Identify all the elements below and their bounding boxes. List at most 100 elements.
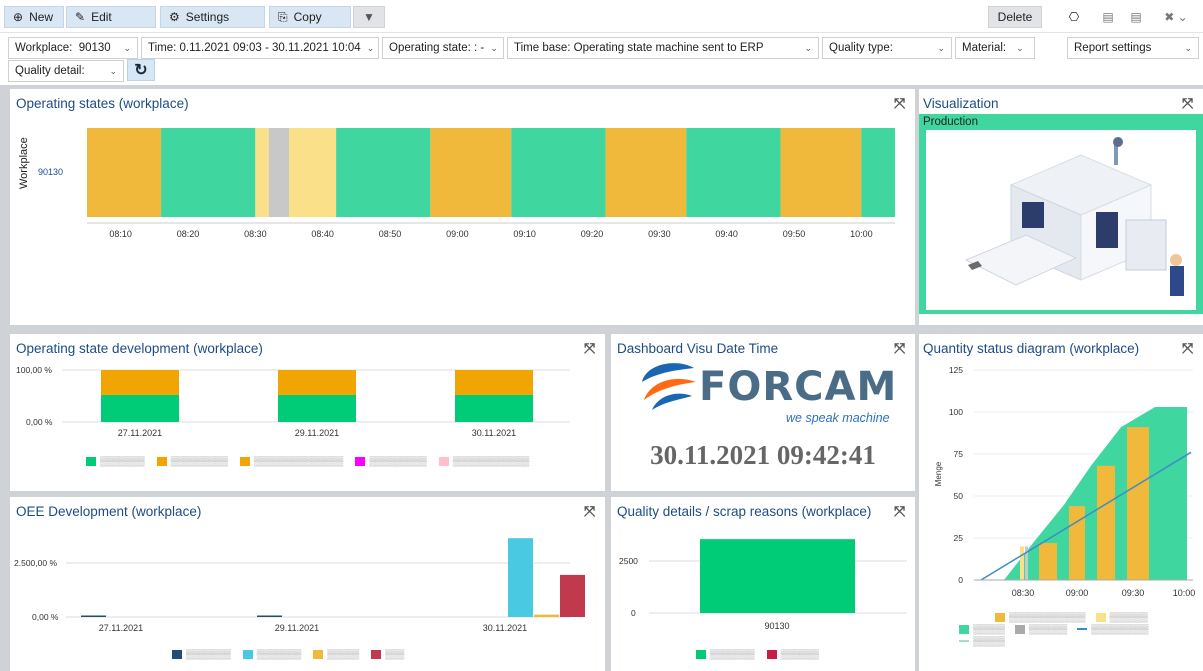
legend-item: ▒▒▒▒▒ [313, 649, 359, 659]
quality-details-panel: Quality details / scrap reasons (workpla… [611, 497, 915, 671]
chevron-down-icon: ⌄ [1184, 42, 1192, 53]
bar [455, 394, 533, 422]
share-icon[interactable]: ⎔ [1063, 6, 1085, 28]
operating-state-select[interactable]: Operating state: : - ⌄ [382, 37, 504, 59]
timeline-segment [87, 128, 162, 217]
forcam-logo-text: FORCAM [699, 364, 898, 410]
filter-button[interactable]: ▼ [353, 6, 385, 28]
legend-item: ▒▒▒▒▒▒▒▒▒▒▒▒ [438, 456, 529, 466]
tick-label: 29.11.2021 [275, 623, 319, 633]
legend-item: ▒▒▒▒▒ [959, 636, 1005, 646]
tick-label: 100,00 % [16, 365, 52, 375]
tick-label: 0,00 % [26, 417, 53, 427]
chart-legend: ▒▒▒▒▒▒▒▒▒▒▒▒ ▒▒▒▒▒▒ ▒▒▒▒▒ ▒▒▒▒▒▒ ▒▒▒▒▒▒▒… [959, 612, 1169, 646]
y-axis-label: Menge [934, 461, 943, 486]
export-pdf-icon[interactable]: ▤ [1097, 6, 1119, 28]
oee-development-panel: OEE Development (workplace) ⤧ 2.500,00 %… [10, 497, 605, 671]
tick-label: 09:30 [648, 229, 671, 239]
expand-icon[interactable]: ⤧ [894, 341, 908, 355]
tick-label: 09:00 [1066, 588, 1089, 598]
bar [508, 538, 533, 617]
timeline-segment [255, 128, 269, 217]
bar [1020, 546, 1024, 580]
quality-type-select[interactable]: Quality type: ⌄ [822, 37, 952, 59]
bar [534, 614, 559, 617]
refresh-button[interactable]: ↻ [127, 59, 155, 81]
legend-item: ▒▒▒▒▒▒▒ [242, 649, 301, 659]
bar [278, 394, 356, 422]
chevron-down-icon: ⌄ [1016, 42, 1024, 53]
legend-item: ▒▒▒▒▒▒▒ [172, 649, 231, 659]
bar [257, 615, 282, 617]
timeline-segment [289, 128, 337, 217]
bar [560, 574, 585, 617]
export-xls-icon[interactable]: ▤ [1125, 6, 1147, 28]
timeline-segment [161, 128, 256, 217]
tick-label: 29.11.2021 [295, 428, 339, 438]
refresh-icon: ↻ [134, 62, 148, 79]
legend-item: ▒▒▒▒▒▒▒▒▒▒▒▒ [995, 612, 1086, 622]
tick-label: 09:40 [715, 229, 738, 239]
timeline-segment [686, 128, 781, 217]
new-button[interactable]: ⊕ New [4, 6, 64, 28]
time-select[interactable]: Time: 0.11.2021 09:03 - 30.11.2021 10:04… [141, 37, 379, 59]
chevron-down-icon: ⌄ [937, 42, 945, 53]
workplace-select[interactable]: Workplace: 90130 ⌄ [8, 37, 138, 59]
bar [455, 370, 533, 395]
legend-item: ▒▒▒▒▒▒▒▒▒ [1077, 624, 1149, 634]
panel-title: Visualization [923, 96, 999, 111]
timeline-segment [861, 128, 895, 217]
dashboard-datetime: 30.11.2021 09:42:41 [650, 440, 876, 470]
chart-legend: ▒▒▒▒▒▒▒ ▒▒▒▒▒▒ [696, 649, 819, 659]
material-select[interactable]: Material: ⌄ [955, 37, 1035, 59]
filter-icon: ▼ [363, 10, 375, 24]
tick-label: 0 [631, 608, 636, 618]
tick-label: 30.11.2021 [483, 623, 527, 633]
tick-label: 100 [949, 407, 963, 417]
tick-label: 27.11.2021 [99, 623, 143, 633]
visualization-panel: Visualization ⤧ Production [919, 89, 1203, 325]
time-base-select[interactable]: Time base: Operating state machine sent … [507, 37, 819, 59]
legend-item: ▒▒▒▒▒▒▒ [86, 456, 145, 466]
chevron-down-icon: ⌄ [123, 42, 131, 53]
machine-illustration [964, 137, 1184, 296]
timeline-segment [268, 128, 289, 217]
quality-details-chart: 2500 0 90130 [619, 539, 907, 631]
plus-circle-icon: ⊕ [13, 10, 24, 24]
operating-states-panel: Operating states (workplace) ⤧ Workplace… [10, 89, 915, 325]
tick-label: 0 [958, 575, 963, 585]
machine-image [926, 130, 1196, 310]
tick-label: 09:30 [1122, 588, 1145, 598]
bar [1127, 427, 1149, 580]
tick-label: 27.11.2021 [118, 428, 162, 438]
bar [81, 615, 106, 617]
chevron-down-icon: ⌄ [366, 42, 375, 53]
gear-icon: ⚙ [169, 10, 180, 24]
settings-button[interactable]: ⚙ Settings [160, 6, 265, 28]
chart-legend: ▒▒▒▒▒▒▒ ▒▒▒▒▒▒▒ ▒▒▒▒▒ ▒▒▒ [172, 649, 404, 659]
fullscreen-menu-icon[interactable]: ✖ ⌄ [1160, 6, 1192, 28]
legend-item: ▒▒▒▒▒▒ [1014, 624, 1067, 634]
edit-button[interactable]: ✎ Edit [66, 6, 156, 28]
timeline-segment [336, 128, 431, 217]
bar [1097, 465, 1115, 580]
tick-label: 08:30 [1012, 588, 1035, 598]
dashboard-visu-panel: Dashboard Visu Date Time ⤧ FORCAM we spe… [611, 334, 915, 491]
report-settings-select[interactable]: Report settings ⌄ [1067, 37, 1199, 59]
tick-label: 0,00 % [32, 612, 59, 622]
legend-item: ▒▒▒ [371, 649, 404, 659]
tick-label: 08:40 [311, 229, 334, 239]
tick-label: 10:00 [1173, 588, 1196, 598]
bar [278, 370, 356, 395]
copy-button[interactable]: ⎘ Copy [269, 6, 351, 28]
legend-item: ▒▒▒▒▒ [959, 624, 1005, 634]
tick-label: 30.11.2021 [472, 428, 516, 438]
bar [101, 370, 179, 395]
quality-detail-select[interactable]: Quality detail: ⌄ [8, 60, 124, 82]
legend-item: ▒▒▒▒▒▒ [1095, 612, 1148, 622]
expand-icon[interactable]: ⤧ [1182, 96, 1196, 110]
tick-label: 08:50 [379, 229, 402, 239]
chevron-down-icon: ⌄ [109, 65, 117, 76]
delete-button[interactable]: Delete [988, 6, 1042, 28]
tick-label: 90130 [764, 621, 789, 631]
